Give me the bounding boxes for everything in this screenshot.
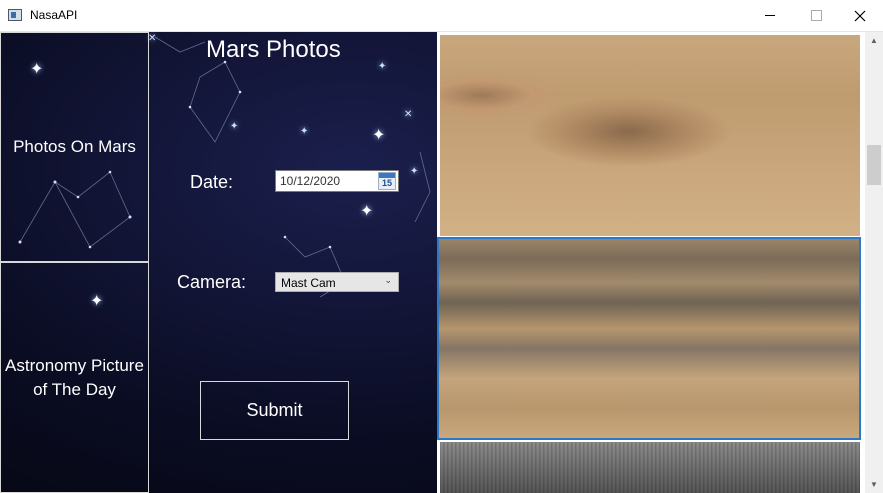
scroll-up-icon[interactable]: ▲ [865,32,883,49]
mars-photo[interactable] [440,35,860,236]
app-icon [8,9,22,21]
star-icon: ✦ [378,61,387,72]
nav-photos-on-mars[interactable]: Photos On Mars [0,32,149,262]
star-icon: ✕ [148,33,157,44]
chevron-down-icon: ⌄ [384,275,392,285]
close-icon [854,10,866,21]
mars-photo[interactable] [440,442,860,493]
window-title: NasaAPI [30,8,78,22]
title-bar: NasaAPI [0,0,883,32]
maximize-icon [810,10,822,21]
date-value: 10/12/2020 [280,174,341,188]
star-icon: ✦ [372,127,386,144]
nav-photos-on-mars-label: Photos On Mars [13,137,136,156]
photo-list[interactable] [437,32,865,493]
submit-button[interactable]: Submit [200,381,349,440]
minimize-button[interactable] [747,0,793,31]
submit-button-label: Submit [246,400,303,420]
scroll-thumb[interactable] [867,145,881,185]
scroll-down-icon[interactable]: ▼ [865,476,883,493]
nav-astronomy-picture-label: Astronomy Picture of The Day [5,355,144,399]
star-icon: ✦ [230,121,239,132]
date-picker[interactable]: 10/12/2020 15 [275,170,399,192]
maximize-button[interactable] [793,0,839,31]
photo-list-scrollbar[interactable]: ▲ ▼ [865,32,883,493]
camera-label: Camera: [177,272,247,292]
star-icon: ✦ [300,126,309,137]
nav-astronomy-picture[interactable]: Astronomy Picture of The Day [0,262,149,493]
minimize-icon [765,15,775,16]
app-client-area: ✦ ✦ ✦ ✦ ✕ ✦ ✕ ✦ ✦ ✦ Photos On Mars Astro… [0,32,883,493]
page-title: Mars Photos [206,36,341,63]
camera-select[interactable]: Mast Cam ⌄ [275,272,399,292]
star-icon: ✦ [410,166,419,177]
date-label: Date: [190,172,234,192]
close-button[interactable] [837,0,883,31]
star-icon: ✕ [404,109,413,120]
camera-value: Mast Cam [281,276,336,290]
calendar-icon[interactable]: 15 [378,172,396,190]
mars-photo-selected[interactable] [437,237,861,440]
star-icon: ✦ [360,203,374,220]
